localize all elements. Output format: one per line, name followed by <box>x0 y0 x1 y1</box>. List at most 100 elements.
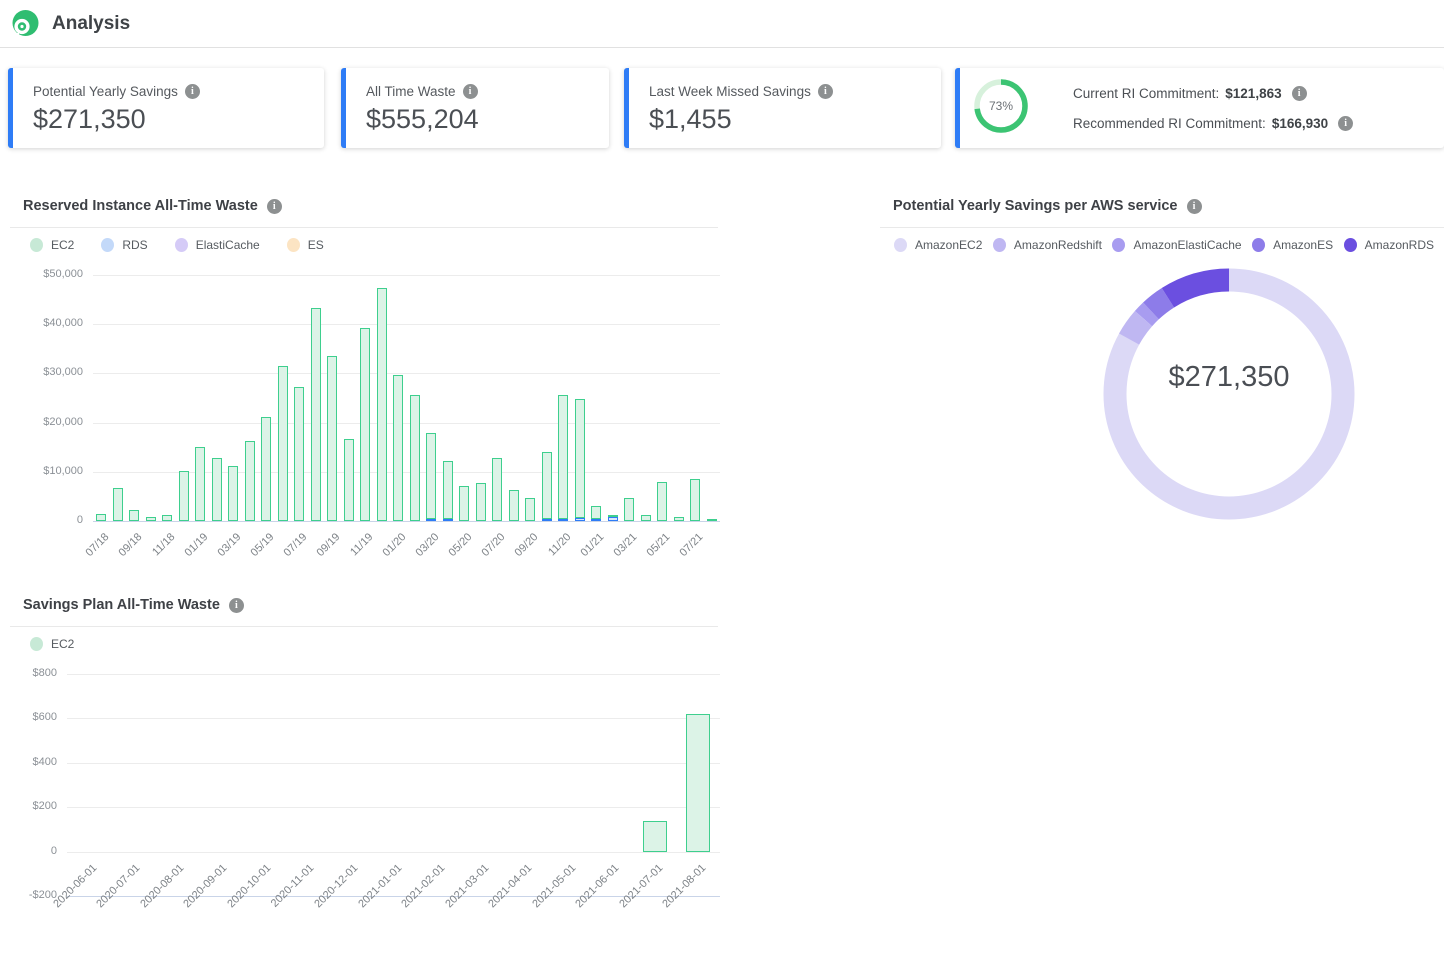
kpi-label: All Time Waste <box>366 84 456 99</box>
bar-EC2-09/18[interactable] <box>129 510 139 521</box>
bar-RDS-10/20[interactable] <box>542 519 552 521</box>
bar-EC2-06/19[interactable] <box>278 366 288 521</box>
bar-EC2-07/20[interactable] <box>492 458 502 521</box>
gridline <box>67 852 720 853</box>
kpi-card-potential-yearly-savings: Potential Yearly Savings $271,350 <box>8 68 324 148</box>
bar-EC2-2021-07-01[interactable] <box>643 821 667 852</box>
bar-EC2-03/20[interactable] <box>426 433 436 519</box>
info-icon[interactable] <box>185 84 200 99</box>
y-axis-label: $400 <box>0 756 57 768</box>
brand-swirl-icon <box>10 9 40 39</box>
bar-EC2-06/20[interactable] <box>476 483 486 521</box>
info-icon[interactable] <box>229 598 244 613</box>
bar-RDS-11/20[interactable] <box>558 519 568 521</box>
gridline <box>93 324 720 325</box>
chart-title: Savings Plan All-Time Waste <box>23 597 220 613</box>
bar-EC2-01/21[interactable] <box>591 506 601 519</box>
bar-EC2-08/20[interactable] <box>509 490 519 521</box>
bar-EC2-02/19[interactable] <box>212 458 222 521</box>
bar-EC2-11/18[interactable] <box>162 515 172 521</box>
bar-EC2-2021-08-01[interactable] <box>686 714 710 852</box>
bar-EC2-05/19[interactable] <box>261 417 271 521</box>
bar-RDS-12/20[interactable] <box>575 518 585 521</box>
x-axis-label: 2020-12-01 <box>274 862 360 948</box>
legend-item-EC2[interactable]: EC2 <box>30 238 74 252</box>
bar-EC2-02/20[interactable] <box>410 395 420 521</box>
current-ri-commitment-row: Current RI Commitment: $121,863 <box>1073 83 1307 103</box>
legend-item-AmazonRDS[interactable]: AmazonRDS <box>1344 238 1434 252</box>
bar-EC2-12/19[interactable] <box>377 288 387 521</box>
donut-center-total: $271,350 <box>1089 361 1369 394</box>
recommended-ri-commitment-row: Recommended RI Commitment: $166,930 <box>1073 113 1353 133</box>
legend-item-RDS[interactable]: RDS <box>101 238 147 252</box>
legend-item-AmazonElastiCache[interactable]: AmazonElastiCache <box>1112 238 1241 252</box>
info-icon[interactable] <box>1338 116 1353 131</box>
bar-EC2-08/19[interactable] <box>311 308 321 521</box>
bar-EC2-07/18[interactable] <box>96 514 106 521</box>
bar-EC2-06/21[interactable] <box>674 517 684 521</box>
bar-EC2-09/19[interactable] <box>327 356 337 521</box>
bar-EC2-02/21[interactable] <box>608 515 618 517</box>
y-axis-label: $30,000 <box>13 366 83 378</box>
bar-RDS-03/20[interactable] <box>426 519 436 521</box>
bar-RDS-01/21[interactable] <box>591 519 601 521</box>
ri-coverage-ring: 73% <box>972 77 1030 135</box>
x-axis-label: 2021-05-01 <box>492 862 578 948</box>
bar-EC2-08/18[interactable] <box>113 488 123 521</box>
donut-segment-AmazonElastiCache[interactable] <box>1089 254 1369 534</box>
donut-segment-AmazonRDS[interactable] <box>1089 254 1369 534</box>
bar-EC2-07/19[interactable] <box>294 387 304 521</box>
bar-EC2-07/21[interactable] <box>690 479 700 521</box>
bar-EC2-05/20[interactable] <box>459 486 469 521</box>
bar-EC2-09/20[interactable] <box>525 498 535 521</box>
bar-EC2-04/19[interactable] <box>245 441 255 521</box>
divider <box>10 626 718 627</box>
y-axis-label: $200 <box>0 800 57 812</box>
info-icon[interactable] <box>1187 199 1202 214</box>
y-axis-label: -$200 <box>0 889 57 901</box>
x-axis-label: 2021-04-01 <box>448 862 534 948</box>
bar-EC2-03/21[interactable] <box>624 498 634 521</box>
bar-EC2-04/20[interactable] <box>443 461 453 519</box>
bar-EC2-10/20[interactable] <box>542 452 552 519</box>
bar-EC2-03/19[interactable] <box>228 466 238 521</box>
x-axis-label: 2021-08-01 <box>622 862 708 948</box>
x-axis-label: 2020-07-01 <box>57 862 143 948</box>
legend-item-ElastiCache[interactable]: ElastiCache <box>175 238 260 252</box>
bar-EC2-10/18[interactable] <box>146 517 156 521</box>
y-axis-label: $800 <box>0 667 57 679</box>
legend-item-AmazonEC2[interactable]: AmazonEC2 <box>894 238 982 252</box>
info-icon[interactable] <box>463 84 478 99</box>
bar-EC2-12/20[interactable] <box>575 399 585 518</box>
kpi-value: $555,204 <box>366 104 479 135</box>
divider <box>10 227 718 228</box>
legend-dot-icon <box>287 238 300 252</box>
legend-label: AmazonRedshift <box>1014 238 1102 252</box>
legend-item-AmazonES[interactable]: AmazonES <box>1252 238 1333 252</box>
bar-EC2-10/19[interactable] <box>344 439 354 521</box>
info-icon[interactable] <box>818 84 833 99</box>
info-icon[interactable] <box>1292 86 1307 101</box>
legend-item-EC2[interactable]: EC2 <box>30 637 74 651</box>
x-axis-label: 2021-02-01 <box>361 862 447 948</box>
donut-segment-AmazonRedshift[interactable] <box>1089 254 1369 534</box>
bar-EC2-05/21[interactable] <box>657 482 667 521</box>
bar-EC2-01/19[interactable] <box>195 447 205 521</box>
y-axis-label: $50,000 <box>13 268 83 280</box>
info-icon[interactable] <box>267 199 282 214</box>
legend-label: ElastiCache <box>196 238 260 252</box>
bar-EC2-04/21[interactable] <box>641 515 651 521</box>
gridline <box>67 763 720 764</box>
legend-item-ES[interactable]: ES <box>287 238 324 252</box>
bar-EC2-11/19[interactable] <box>360 328 370 521</box>
app-header: Analysis <box>0 0 1444 48</box>
bar-EC2-12/18[interactable] <box>179 471 189 521</box>
legend-item-AmazonRedshift[interactable]: AmazonRedshift <box>993 238 1102 252</box>
bar-EC2-11/20[interactable] <box>558 395 568 519</box>
bar-EC2-08/21[interactable] <box>707 519 717 521</box>
bar-EC2-01/20[interactable] <box>393 375 403 521</box>
bar-RDS-02/21[interactable] <box>608 517 618 521</box>
ri-waste-chart-panel: Reserved Instance All-Time Waste EC2RDSE… <box>10 196 718 576</box>
donut-segment-AmazonES[interactable] <box>1089 254 1369 534</box>
bar-RDS-04/20[interactable] <box>443 519 453 521</box>
